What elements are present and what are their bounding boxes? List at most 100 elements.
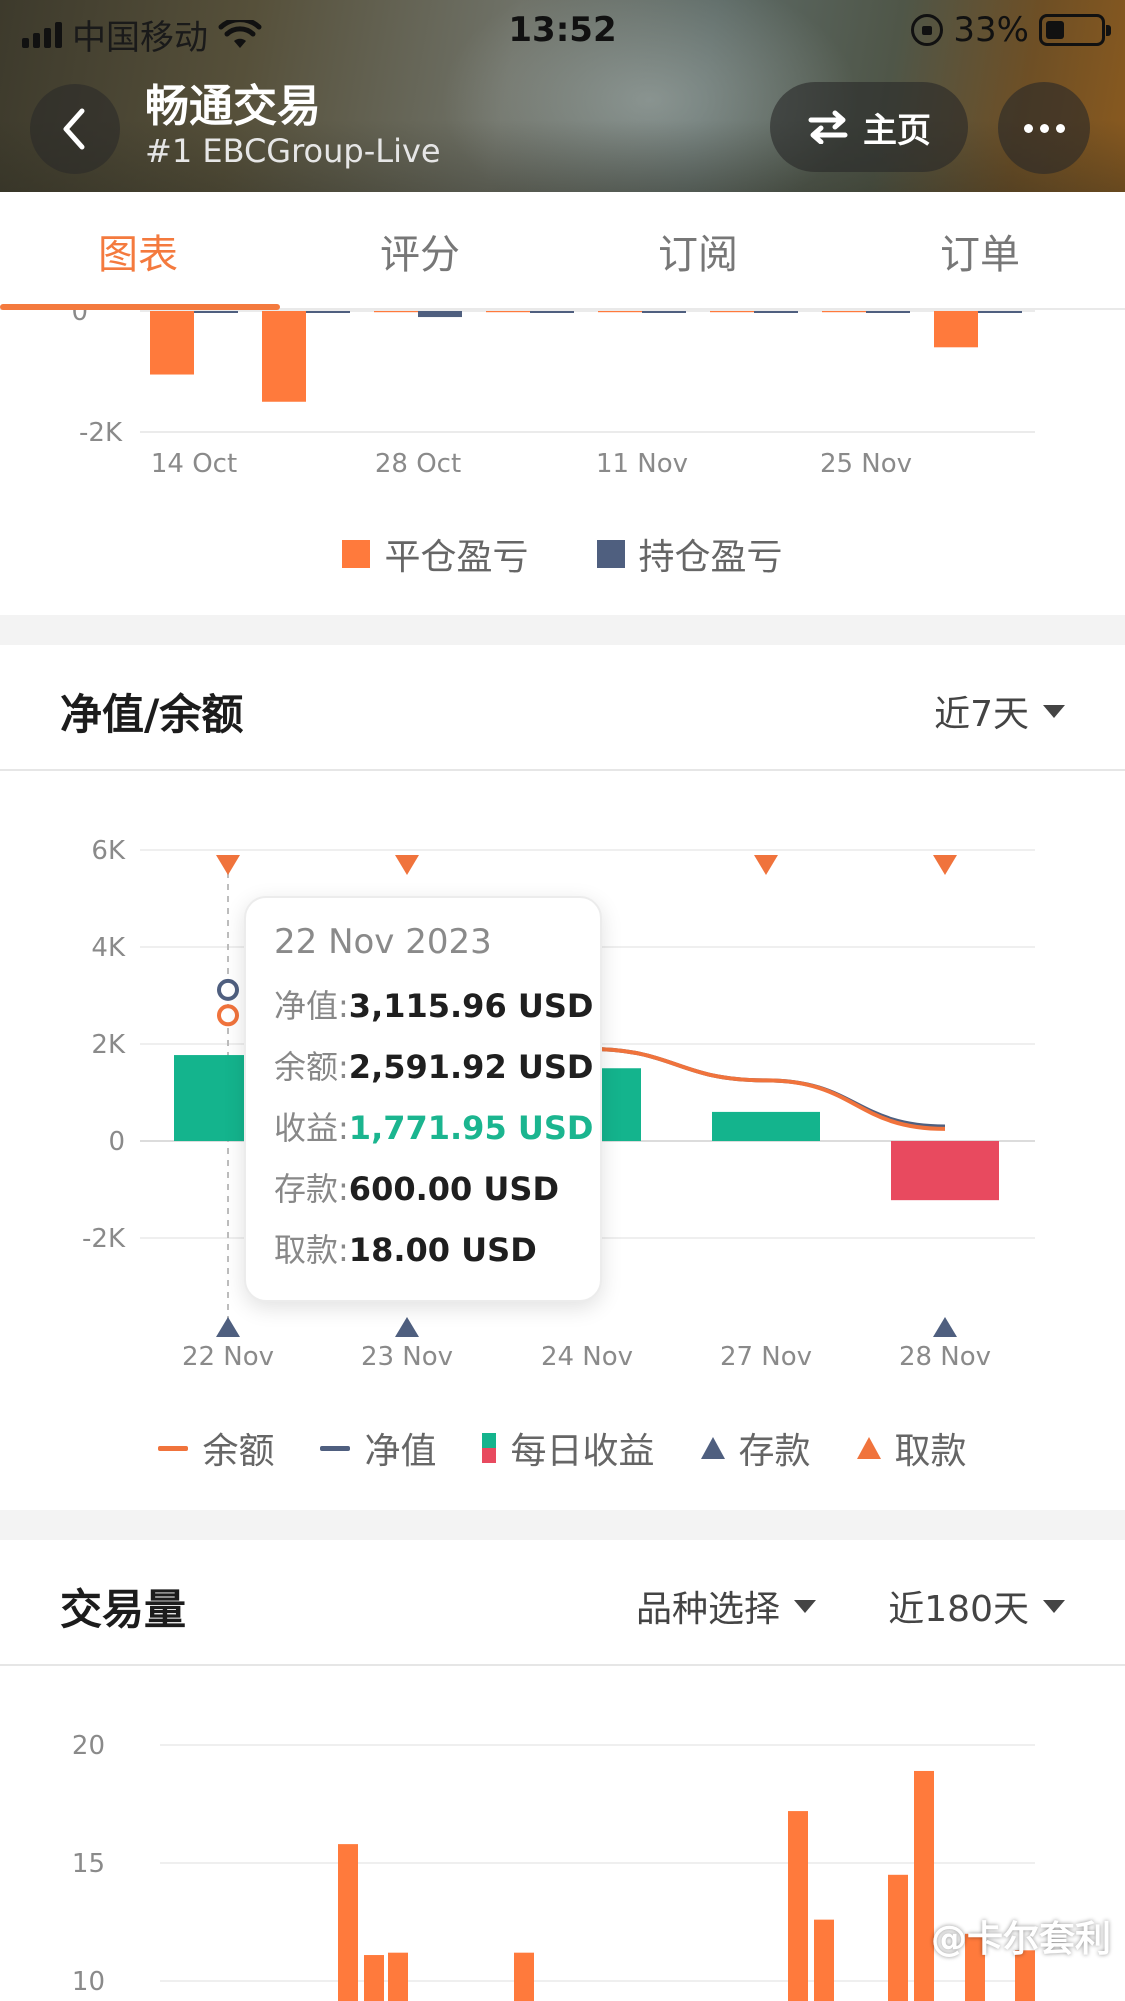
volume-bar xyxy=(514,1952,534,2001)
tooltip-date: 22 Nov 2023 xyxy=(274,922,492,962)
y-tick-label: -2K xyxy=(79,418,123,448)
symbol-dropdown[interactable]: 品种选择 xyxy=(636,1580,817,1632)
x-tick-label: 27 Nov xyxy=(720,1342,812,1372)
home-button-label: 主页 xyxy=(863,110,931,151)
volume-bar xyxy=(388,1952,408,2001)
volume-bar xyxy=(914,1770,934,2001)
tab-bar: 图表 评分 订阅 订单 xyxy=(0,192,1125,310)
pnl-legend: 平仓盈亏 持仓盈亏 xyxy=(0,532,1125,578)
time-range-dropdown[interactable]: 近180天 xyxy=(888,1580,1065,1632)
pnl-bar-closed xyxy=(822,311,866,313)
y-tick-label: -2K xyxy=(82,1224,126,1254)
volume-bar xyxy=(788,1811,808,2001)
volume-bar xyxy=(888,1874,908,2001)
dropdown-value: 品种选择 xyxy=(636,1589,781,1630)
back-button[interactable] xyxy=(30,84,120,174)
watermark: @卡尔套利 xyxy=(930,1919,1111,1960)
tab-subscription[interactable]: 订阅 xyxy=(658,222,738,280)
legend-label: 取款 xyxy=(894,1431,967,1472)
deposit-marker xyxy=(216,1317,240,1337)
legend-label: 每日收益 xyxy=(510,1431,655,1472)
status-right: 33% xyxy=(911,10,1111,50)
volume-section-header: 交易量 品种选择 近180天 xyxy=(0,1540,1125,1666)
x-tick-label: 22 Nov xyxy=(182,1342,274,1372)
legend-floating-pnl[interactable]: 持仓盈亏 xyxy=(596,528,783,580)
y-tick-label: 0 xyxy=(108,1127,125,1157)
tooltip-row-deposit: 存款:600.00 USD xyxy=(274,1170,560,1208)
balance-point xyxy=(217,1004,239,1027)
triangle-up-icon xyxy=(856,1437,881,1459)
legend-label: 存款 xyxy=(738,1431,811,1472)
tooltip-row-withdrawal: 取款:18.00 USD xyxy=(274,1231,537,1269)
y-tick-label: 2K xyxy=(91,1030,126,1060)
battery-icon xyxy=(1039,14,1111,46)
x-tick-label: 28 Oct xyxy=(375,449,461,479)
x-tick-label: 14 Oct xyxy=(151,449,237,479)
volume-bar xyxy=(364,1955,384,2001)
triangle-up-icon xyxy=(700,1437,725,1459)
legend-deposit[interactable]: 存款 xyxy=(700,1422,811,1474)
withdrawal-marker xyxy=(216,855,240,875)
tab-orders[interactable]: 订单 xyxy=(940,222,1020,280)
legend-swatch xyxy=(342,540,371,568)
legend-equity[interactable]: 净值 xyxy=(320,1422,436,1474)
pnl-bar-chart: 0 -2K 14 Oct 28 Oct 11 Nov 25 Nov xyxy=(71,310,1035,479)
legend-swatch xyxy=(482,1433,497,1463)
account-subtitle: #1 EBCGroup-Live xyxy=(145,132,441,170)
legend-label: 净值 xyxy=(364,1431,437,1472)
legend-label: 余额 xyxy=(202,1431,275,1472)
battery-percent: 33% xyxy=(953,10,1029,50)
caret-down-icon xyxy=(794,1599,817,1613)
tab-rating[interactable]: 评分 xyxy=(380,222,460,280)
pnl-bar-closed xyxy=(374,311,418,313)
more-dots-icon xyxy=(1023,123,1033,133)
pnl-bar-floating xyxy=(194,311,238,313)
tab-chart[interactable]: 图表 xyxy=(98,222,178,280)
daily-profit-bar xyxy=(712,1111,820,1141)
legend-label: 平仓盈亏 xyxy=(384,537,529,578)
swap-icon xyxy=(808,110,848,144)
legend-closed-pnl[interactable]: 平仓盈亏 xyxy=(342,528,529,580)
section-divider xyxy=(0,1510,1125,1540)
status-bar: 中国移动 13:52 33% xyxy=(0,0,1125,62)
y-tick-label: 0 xyxy=(71,310,88,327)
pnl-bar-floating xyxy=(306,311,350,313)
legend-balance[interactable]: 余额 xyxy=(158,1422,274,1474)
legend-daily-profit[interactable]: 每日收益 xyxy=(482,1422,655,1474)
pnl-bar-closed xyxy=(486,311,530,313)
caret-down-icon xyxy=(1043,1599,1065,1613)
caret-down-icon xyxy=(1043,704,1065,718)
withdrawal-marker xyxy=(933,855,957,875)
time-range-dropdown[interactable]: 近7天 xyxy=(934,685,1065,737)
pnl-bar-floating xyxy=(754,311,798,313)
withdrawal-marker xyxy=(395,855,419,875)
volume-bar xyxy=(338,1844,358,2001)
home-button[interactable]: 主页 xyxy=(770,82,968,172)
pnl-bar-closed xyxy=(598,311,642,313)
pnl-bar-floating xyxy=(530,311,574,313)
withdrawal-marker xyxy=(754,855,778,875)
x-tick-label: 25 Nov xyxy=(820,449,912,479)
section-title: 交易量 xyxy=(60,1585,187,1634)
daily-profit-bar xyxy=(891,1141,999,1201)
dropdown-value: 近7天 xyxy=(934,694,1029,735)
x-tick-label: 28 Nov xyxy=(899,1342,991,1372)
legend-label: 持仓盈亏 xyxy=(638,537,783,578)
x-tick-label: 24 Nov xyxy=(541,1342,633,1372)
volume-bar xyxy=(814,1919,834,2001)
y-tick-label: 20 xyxy=(72,1731,105,1761)
legend-swatch xyxy=(596,540,625,568)
y-tick-label: 6K xyxy=(91,836,126,866)
pnl-bar-closed xyxy=(710,311,754,313)
pnl-bar-closed xyxy=(150,311,194,375)
rotation-lock-icon xyxy=(911,14,944,46)
tooltip-row-balance: 余额:2,591.92 USD xyxy=(274,1048,594,1086)
legend-withdrawal[interactable]: 取款 xyxy=(856,1422,967,1474)
x-tick-label: 23 Nov xyxy=(361,1342,453,1372)
y-tick-label: 15 xyxy=(72,1849,105,1879)
chart-tooltip: 22 Nov 2023 净值:3,115.96 USD 余额:2,591.92 … xyxy=(244,896,602,1302)
chevron-left-icon xyxy=(63,108,85,150)
tooltip-row-equity: 净值:3,115.96 USD xyxy=(274,987,594,1025)
more-button[interactable] xyxy=(998,82,1090,174)
navigation-bar: 畅通交易 #1 EBCGroup-Live 主页 xyxy=(0,62,1125,192)
